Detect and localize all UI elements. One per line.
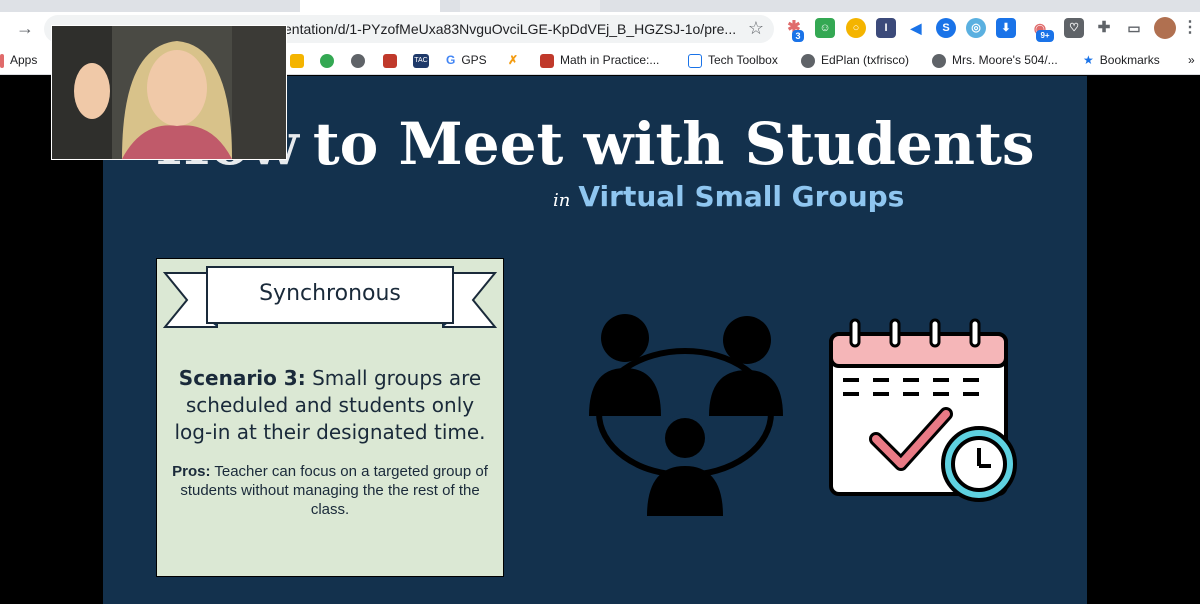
letterbox-right: [1087, 76, 1200, 604]
bookmark-tech[interactable]: Tech Toolbox: [688, 51, 778, 69]
extension-icon[interactable]: S: [936, 18, 956, 38]
extension-badge: 3: [792, 30, 804, 42]
bookmark-red[interactable]: [383, 51, 403, 69]
extension-icon[interactable]: ◀: [906, 18, 926, 38]
presenter-video: [52, 26, 286, 159]
puzzle-icon[interactable]: ✚: [1094, 18, 1114, 38]
pros-text: Pros: Teacher can focus on a targeted gr…: [172, 463, 488, 518]
extension-icon[interactable]: ○: [846, 18, 866, 38]
profile-avatar[interactable]: [1154, 17, 1176, 39]
menu-dots-icon[interactable]: ⋮: [1180, 18, 1200, 38]
x-icon: ✗: [508, 53, 519, 67]
extension-icon[interactable]: ☺: [815, 18, 835, 38]
extension-badge: 9+: [1036, 30, 1054, 42]
group-people-icon: [589, 314, 783, 516]
bookmark-x[interactable]: ✗: [508, 51, 518, 69]
bookmarks-overflow[interactable]: »: [1188, 51, 1195, 69]
tab-strip: [0, 0, 1200, 12]
extension-icon[interactable]: ◎: [966, 18, 986, 38]
synchronous-card: Synchronous Scenario 3: Small groups are…: [156, 258, 504, 577]
back-arrow-icon[interactable]: →: [16, 18, 34, 39]
bookmark-bookmarks[interactable]: ★ Bookmarks: [1083, 51, 1160, 69]
bookmark-edplan[interactable]: EdPlan (txfrisco): [801, 51, 909, 69]
bookmark-globe[interactable]: [351, 51, 371, 69]
tab[interactable]: [300, 0, 440, 12]
google-icon: G: [446, 53, 456, 67]
bookmark-gps[interactable]: G GPS: [446, 51, 487, 69]
webcam-overlay[interactable]: [51, 25, 287, 160]
bookmark-moore[interactable]: Mrs. Moore's 504/...: [932, 51, 1058, 69]
banner-label: Synchronous: [259, 281, 401, 306]
bookmark-math[interactable]: Math in Practice:...: [540, 51, 659, 69]
scenario-text: Scenario 3: Small groups are scheduled a…: [174, 366, 486, 444]
star-icon[interactable]: ☆: [748, 18, 764, 39]
bookmark-classroom[interactable]: [290, 51, 310, 69]
extension-icon[interactable]: ⬇: [996, 18, 1016, 38]
url-text[interactable]: entation/d/1-PYzofMeUxa83NvguOvciLGE-KpD…: [284, 21, 736, 37]
cast-icon[interactable]: ▭: [1124, 18, 1144, 38]
bookmark-pinwheel[interactable]: [320, 51, 340, 69]
extension-icon[interactable]: ♡: [1064, 18, 1084, 38]
bookmark-tac[interactable]: TAC: [413, 51, 435, 69]
calendar-check-icon: [829, 318, 1017, 502]
extension-icon[interactable]: I: [876, 18, 896, 38]
star-icon: ★: [1083, 53, 1094, 67]
tab[interactable]: [460, 0, 600, 12]
slide-subtitle: in Virtual Small Groups: [553, 180, 905, 213]
bookmark-apps[interactable]: Apps: [0, 51, 37, 69]
